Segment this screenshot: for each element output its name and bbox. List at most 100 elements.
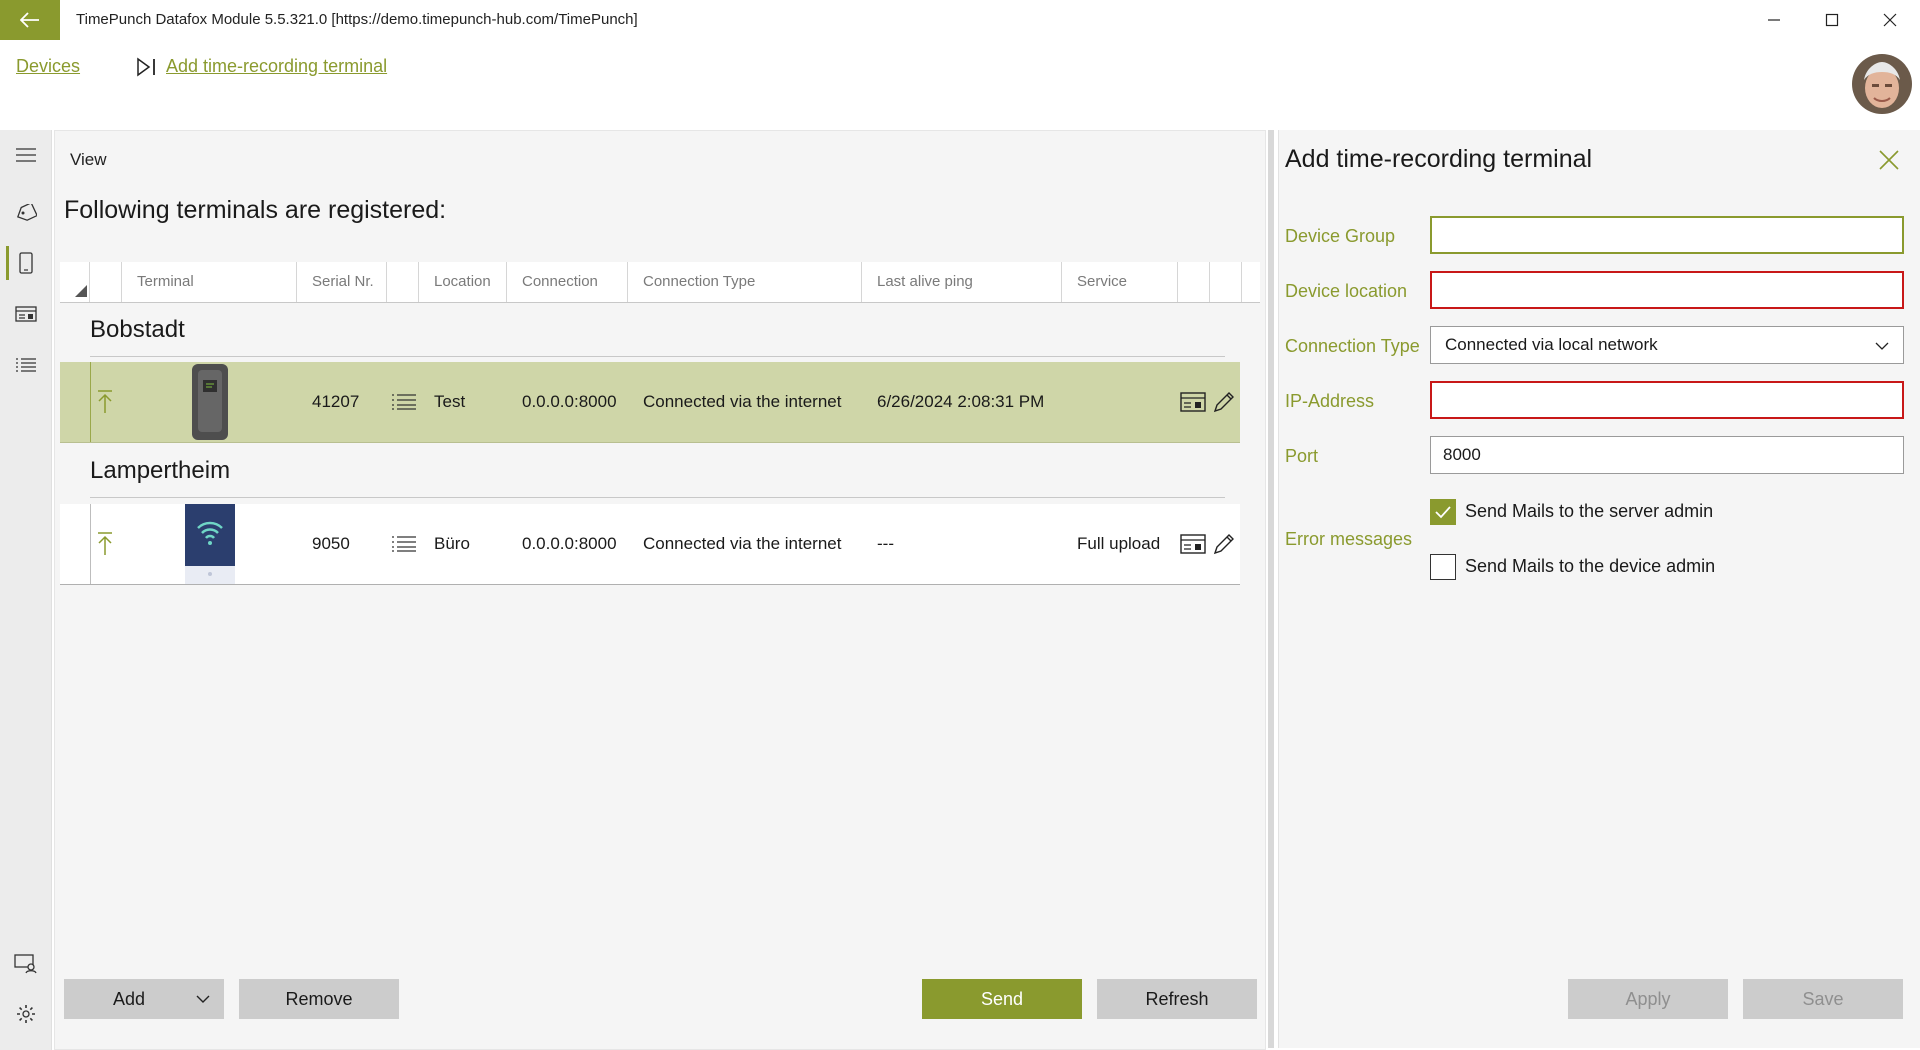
- pencil-icon[interactable]: [1212, 390, 1236, 419]
- tag-icon: [16, 204, 37, 221]
- device-group-label: Device Group: [1285, 226, 1396, 246]
- terminal-device-image: [185, 504, 235, 584]
- group-header-lampertheim[interactable]: Lampertheim: [90, 457, 230, 485]
- back-button[interactable]: [0, 0, 60, 40]
- column-header-serial[interactable]: Serial Nr.: [312, 262, 374, 302]
- maximize-icon: [1825, 13, 1839, 27]
- cell-serial: 41207: [312, 392, 360, 411]
- sidebar-item-cards[interactable]: [0, 294, 51, 334]
- server-admin-checkbox-label[interactable]: Send Mails to the server admin: [1465, 501, 1713, 522]
- minimize-icon: [1768, 19, 1780, 21]
- user-monitor-icon: [13, 954, 37, 974]
- device-group-field[interactable]: [1430, 216, 1904, 254]
- sidebar-item-list[interactable]: [0, 345, 51, 385]
- row-details-list-icon[interactable]: [392, 536, 416, 557]
- maximize-button[interactable]: [1804, 0, 1860, 40]
- connection-type-label: Connection Type: [1285, 336, 1420, 356]
- error-messages-label: Error messages: [1285, 529, 1413, 549]
- sort-corner-icon[interactable]: [75, 284, 87, 302]
- device-location-field[interactable]: [1430, 271, 1904, 309]
- column-divider: [418, 262, 419, 302]
- device-location-label: Device location: [1285, 281, 1408, 301]
- page-heading: Following terminals are registered:: [64, 196, 447, 224]
- minimize-button[interactable]: [1746, 0, 1802, 40]
- remove-button[interactable]: Remove: [239, 979, 399, 1019]
- server-admin-checkbox[interactable]: [1430, 499, 1456, 525]
- port-field[interactable]: 8000: [1430, 436, 1904, 474]
- connection-type-value: Connected via local network: [1445, 335, 1658, 354]
- sidebar-menu-button[interactable]: [0, 135, 51, 175]
- ip-address-label: IP-Address: [1285, 391, 1375, 411]
- column-header-last-alive-ping[interactable]: Last alive ping: [877, 262, 973, 302]
- sidebar-item-devices[interactable]: [0, 243, 51, 283]
- ip-address-field[interactable]: [1430, 381, 1904, 419]
- column-divider: [506, 262, 507, 302]
- cell-location: Büro: [434, 534, 470, 553]
- panel-title: Add time-recording terminal: [1285, 145, 1593, 173]
- add-button-label: Add: [112, 988, 146, 1009]
- column-divider: [1209, 262, 1210, 302]
- column-divider: [627, 262, 628, 302]
- row-indent-line: [90, 504, 91, 584]
- group-separator: [90, 356, 1225, 357]
- cell-connection-type: Connected via the internet: [643, 392, 842, 411]
- save-button[interactable]: Save: [1743, 979, 1903, 1019]
- column-divider: [1241, 262, 1242, 302]
- back-arrow-icon: [20, 12, 39, 28]
- row-indent-line: [90, 362, 91, 442]
- breadcrumb-current-link[interactable]: Add time-recording terminal: [166, 56, 387, 77]
- step-forward-icon: [136, 57, 158, 82]
- column-divider: [861, 262, 862, 302]
- close-window-button[interactable]: [1862, 0, 1918, 40]
- sidebar-item-tags[interactable]: [0, 193, 51, 233]
- cell-service: Full upload: [1077, 534, 1161, 553]
- list-icon: [15, 358, 36, 372]
- column-divider: [121, 262, 122, 302]
- chevron-down-icon: [196, 995, 210, 1003]
- close-icon: [1883, 13, 1897, 27]
- column-divider: [296, 262, 297, 302]
- device-admin-checkbox-label[interactable]: Send Mails to the device admin: [1465, 556, 1715, 577]
- row-details-list-icon[interactable]: [392, 394, 416, 415]
- device-admin-checkbox[interactable]: [1430, 554, 1456, 580]
- add-button[interactable]: Add: [64, 979, 224, 1019]
- breadcrumb-devices-link[interactable]: Devices: [16, 56, 80, 77]
- connection-type-select[interactable]: Connected via local network: [1430, 326, 1904, 364]
- pencil-icon[interactable]: [1212, 532, 1236, 561]
- column-divider: [386, 262, 387, 302]
- column-header-connection[interactable]: Connection: [522, 262, 598, 302]
- hamburger-menu-icon: [15, 148, 36, 162]
- panel-splitter[interactable]: [1268, 130, 1274, 1048]
- column-header-service[interactable]: Service: [1077, 262, 1127, 302]
- column-divider: [1061, 262, 1062, 302]
- phone-icon: [18, 252, 33, 274]
- terminal-card-icon[interactable]: [1180, 534, 1206, 559]
- group-header-bobstadt[interactable]: Bobstadt: [90, 316, 185, 344]
- sidebar-item-user-monitor[interactable]: [0, 944, 51, 984]
- chevron-down-icon: [1875, 342, 1889, 350]
- cell-connection: 0.0.0.0:8000: [522, 534, 617, 553]
- close-panel-button[interactable]: [1878, 149, 1900, 176]
- column-header-terminal[interactable]: Terminal: [137, 262, 194, 302]
- window-title: TimePunch Datafox Module 5.5.321.0 [http…: [76, 11, 638, 28]
- cell-connection-type: Connected via the internet: [643, 534, 842, 553]
- checkmark-icon: [1435, 506, 1451, 519]
- sidebar-item-settings[interactable]: [0, 994, 51, 1034]
- cell-location: Test: [434, 392, 466, 411]
- upload-arrow-icon[interactable]: [97, 532, 113, 561]
- upload-arrow-icon[interactable]: [97, 390, 113, 419]
- cell-last-alive-ping: ---: [877, 534, 894, 553]
- column-divider: [1177, 262, 1178, 302]
- send-button[interactable]: Send: [922, 979, 1082, 1019]
- cell-connection: 0.0.0.0:8000: [522, 392, 617, 411]
- column-header-connection-type[interactable]: Connection Type: [643, 262, 755, 302]
- terminal-card-icon[interactable]: [1180, 392, 1206, 417]
- terminal-device-image: [186, 362, 234, 442]
- refresh-button[interactable]: Refresh: [1097, 979, 1257, 1019]
- view-menu-label[interactable]: View: [70, 150, 107, 170]
- avatar[interactable]: [1852, 54, 1912, 114]
- column-header-location[interactable]: Location: [434, 262, 491, 302]
- cell-serial: 9050: [312, 534, 350, 553]
- apply-button[interactable]: Apply: [1568, 979, 1728, 1019]
- cell-last-alive-ping: 6/26/2024 2:08:31 PM: [877, 392, 1045, 411]
